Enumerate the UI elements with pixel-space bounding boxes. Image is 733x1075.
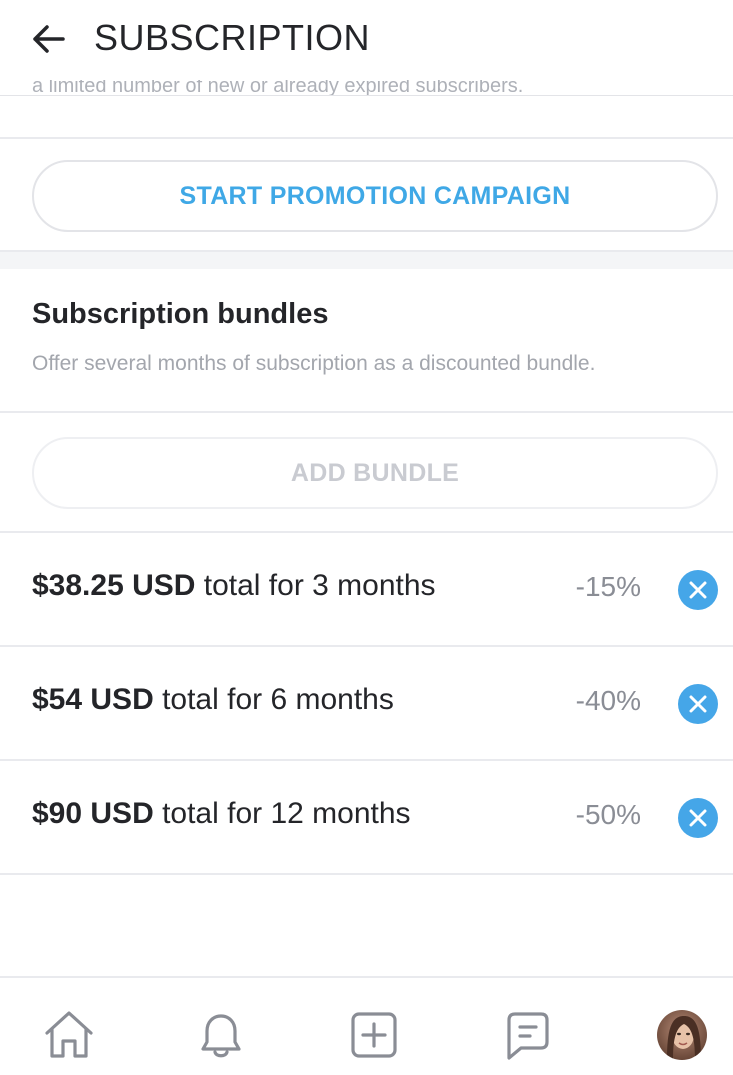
- add-bundle-button[interactable]: ADD BUNDLE: [32, 437, 718, 509]
- remove-bundle-button[interactable]: [678, 570, 718, 610]
- bundle-duration: total for 3 months: [195, 569, 436, 602]
- bundle-discount: -40%: [575, 685, 641, 716]
- nav-add-post[interactable]: [347, 1008, 401, 1062]
- header-divider: [0, 95, 733, 96]
- bundle-description: $38.25 USD total for 3 months: [32, 569, 436, 603]
- top-bar: SUBSCRIPTION: [0, 0, 733, 80]
- divider: [0, 137, 733, 139]
- bundle-price: $54 USD: [32, 683, 154, 716]
- section-description: Offer several months of subscription as …: [32, 352, 596, 375]
- bundle-duration: total for 12 months: [153, 797, 411, 830]
- bundle-row: $90 USD total for 12 months -50%: [0, 761, 733, 875]
- profile-photo-icon: [657, 1010, 707, 1060]
- close-icon: [689, 695, 707, 713]
- bundle-price: $90 USD: [32, 797, 154, 830]
- bottom-navigation: [0, 976, 733, 1075]
- add-post-icon: [351, 1012, 397, 1058]
- nav-home[interactable]: [42, 1008, 96, 1062]
- remove-bundle-button[interactable]: [678, 684, 718, 724]
- bell-icon: [201, 1014, 241, 1058]
- bundle-row: $54 USD total for 6 months -40%: [0, 647, 733, 761]
- bundle-price: $38.25 USD: [32, 569, 196, 602]
- divider: [0, 873, 733, 875]
- bundle-duration: total for 6 months: [153, 683, 394, 716]
- bundle-description: $54 USD total for 6 months: [32, 683, 394, 717]
- start-promotion-campaign-button[interactable]: START PROMOTION CAMPAIGN: [32, 160, 718, 232]
- bundle-description: $90 USD total for 12 months: [32, 797, 411, 831]
- back-button[interactable]: [24, 18, 72, 60]
- page-title: SUBSCRIPTION: [94, 17, 371, 58]
- bundle-row: $38.25 USD total for 3 months -15%: [0, 533, 733, 647]
- section-separator: [0, 252, 733, 269]
- bundle-discount: -15%: [575, 571, 641, 602]
- avatar[interactable]: [657, 1010, 707, 1060]
- nav-notifications[interactable]: [194, 1008, 248, 1062]
- arrow-left-icon: [33, 25, 65, 53]
- divider: [0, 411, 733, 413]
- close-icon: [689, 581, 707, 599]
- close-icon: [689, 809, 707, 827]
- home-icon: [45, 1011, 93, 1058]
- nav-messages[interactable]: [501, 1008, 555, 1062]
- remove-bundle-button[interactable]: [678, 798, 718, 838]
- messages-icon: [507, 1012, 549, 1060]
- promotion-description-cutoff: a limited number of new or already expir…: [32, 78, 524, 96]
- section-title: Subscription bundles: [32, 298, 329, 330]
- bundle-discount: -50%: [575, 799, 641, 830]
